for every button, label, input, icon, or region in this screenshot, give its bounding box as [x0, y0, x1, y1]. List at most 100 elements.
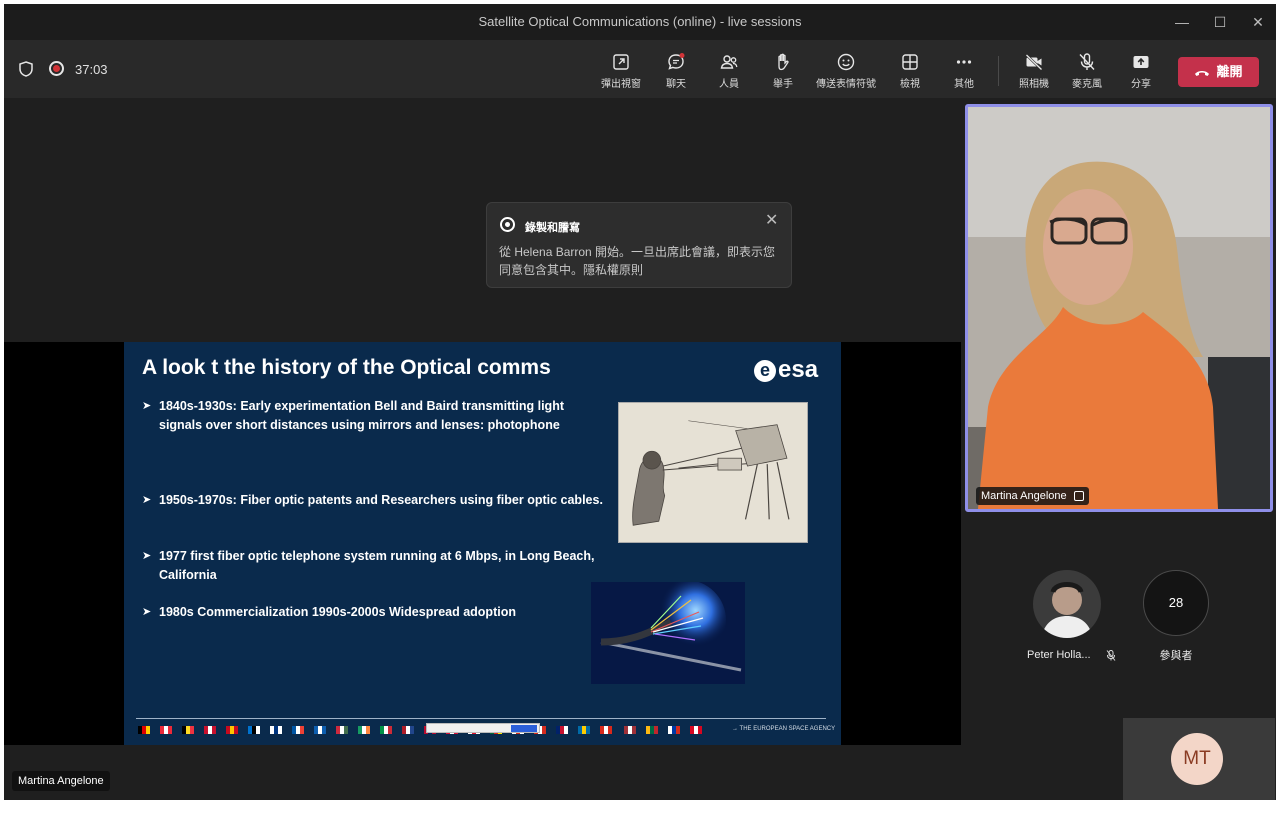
shield-icon — [19, 61, 33, 77]
camera-label: 照相機 — [1019, 79, 1049, 90]
camera-button[interactable]: 照相機 — [1006, 52, 1062, 94]
flag-icon — [646, 726, 658, 734]
reactions-button[interactable]: 傳送表情符號 — [812, 52, 880, 94]
notification-title: 錄製和謄寫 — [525, 222, 580, 234]
flag-icon — [204, 726, 216, 734]
people-label: 人員 — [719, 79, 739, 90]
view-label: 檢視 — [900, 79, 920, 90]
self-view-tile[interactable]: MT — [1123, 718, 1275, 800]
chat-icon — [668, 53, 685, 70]
slide-bullet: ➤ 1950s-1970s: Fiber optic patents and R… — [142, 491, 612, 510]
flag-icon — [270, 726, 282, 734]
flag-icon — [138, 726, 150, 734]
esa-logo-text: esa — [778, 356, 819, 383]
fiber-optic-illustration — [591, 582, 745, 684]
share-label: 分享 — [1131, 79, 1151, 90]
minimize-button[interactable]: — — [1166, 10, 1198, 34]
participants-panel: Martina Angelone Peter Holla... 28 參與者 M… — [964, 98, 1276, 800]
flag-icon — [380, 726, 392, 734]
notification-body: 從 Helena Barron 開始。一旦出席此會議，即表示您同意包含其中。隱私… — [499, 245, 776, 277]
stop-sharing-button[interactable] — [511, 725, 537, 732]
participant-video — [968, 107, 1270, 509]
flag-icon — [578, 726, 590, 734]
participant-count-badge: 28 — [1143, 570, 1209, 636]
reactions-label: 傳送表情符號 — [816, 79, 876, 90]
flag-icon — [226, 726, 238, 734]
mic-muted-icon — [1106, 649, 1116, 661]
video-tile[interactable]: Martina Angelone — [965, 104, 1273, 512]
flag-icon — [292, 726, 304, 734]
more-button[interactable]: 其他 — [936, 52, 992, 94]
share-button[interactable]: 分享 — [1113, 52, 1169, 94]
flag-icon — [624, 726, 636, 734]
emoji-icon — [837, 53, 855, 71]
agency-footer-text: → THE EUROPEAN SPACE AGENCY — [732, 726, 836, 732]
slide-title: A look t the history of the Optical comm… — [142, 356, 551, 379]
chat-label: 聊天 — [666, 79, 686, 90]
flag-icon — [182, 726, 194, 734]
flag-icon — [556, 726, 568, 734]
chat-button[interactable]: 聊天 — [648, 52, 704, 94]
raise-hand-label: 舉手 — [773, 79, 793, 90]
bullet-text: 1977 first fiber optic telephone system … — [159, 549, 595, 582]
people-button[interactable]: 人員 — [701, 52, 757, 94]
participant-name: Peter Holla... — [1027, 649, 1116, 661]
hand-icon — [778, 53, 789, 71]
phone-hangup-icon — [1195, 70, 1210, 76]
popout-button[interactable]: 彈出視窗 — [593, 52, 649, 94]
arrow-bullet-icon: ➤ — [142, 494, 152, 506]
self-avatar: MT — [1171, 733, 1223, 785]
flag-icon — [336, 726, 348, 734]
flag-icon — [314, 726, 326, 734]
participant-peter[interactable]: Peter Holla... — [1027, 570, 1116, 661]
meeting-timer: 37:03 — [75, 62, 108, 77]
esa-logo: e esa — [754, 356, 818, 384]
bullet-text: 1840s-1930s: Early experimentation Bell … — [159, 399, 564, 432]
video-tile-name: Martina Angelone — [976, 487, 1089, 505]
more-label: 其他 — [954, 79, 974, 90]
slide-bullet: ➤ 1980s Commercialization 1990s-2000s Wi… — [142, 603, 582, 622]
flag-icon — [668, 726, 680, 734]
flag-icon — [358, 726, 370, 734]
presenter-name-label: Martina Angelone — [12, 771, 110, 791]
participants-count[interactable]: 28 參與者 — [1136, 570, 1216, 663]
grid-view-icon — [902, 54, 918, 70]
leave-button[interactable]: 離開 — [1178, 57, 1259, 87]
meeting-toolbar: 37:03 彈出視窗 聊天 人員 舉手 傳送表情符號 檢視 其他 照相機 麥克風… — [4, 40, 1276, 98]
presentation-slide: A look t the history of the Optical comm… — [124, 342, 841, 745]
slide-bullet: ➤ 1840s-1930s: Early experimentation Bel… — [142, 397, 602, 435]
arrow-bullet-icon: ➤ — [142, 550, 152, 562]
teams-window: Satellite Optical Communications (online… — [4, 4, 1276, 800]
bullet-text: 1950s-1970s: Fiber optic patents and Res… — [159, 493, 603, 507]
close-window-button[interactable]: ✕ — [1242, 10, 1274, 34]
mic-button[interactable]: 麥克風 — [1059, 52, 1115, 94]
camera-off-icon — [1025, 53, 1043, 71]
flag-icon — [600, 726, 612, 734]
avatar — [1033, 570, 1101, 638]
bullet-text: 1980s Commercialization 1990s-2000s Wide… — [159, 605, 516, 619]
arrow-bullet-icon: ➤ — [142, 400, 152, 412]
title-bar: Satellite Optical Communications (online… — [4, 4, 1276, 40]
leave-label: 離開 — [1216, 64, 1243, 79]
share-tray-icon — [1133, 56, 1149, 68]
mic-off-icon — [1079, 53, 1095, 70]
slide-footer-rule — [136, 718, 826, 719]
flag-icon — [402, 726, 414, 734]
flag-icon — [160, 726, 172, 734]
slide-bullet: ➤ 1977 first fiber optic telephone syste… — [142, 547, 642, 585]
popout-icon — [613, 54, 629, 70]
record-icon — [500, 217, 515, 232]
slide-footer: → THE EUROPEAN SPACE AGENCY — [124, 722, 841, 745]
maximize-button[interactable]: ☐ — [1204, 10, 1236, 34]
photophone-illustration — [618, 402, 808, 543]
people-icon — [720, 55, 738, 69]
flag-icon — [690, 726, 702, 734]
raise-hand-button[interactable]: 舉手 — [755, 52, 811, 94]
close-icon[interactable]: ✕ — [765, 213, 778, 229]
popout-label: 彈出視窗 — [601, 79, 641, 90]
toolbar-divider — [998, 56, 999, 86]
window-title: Satellite Optical Communications (online… — [478, 14, 802, 29]
view-button[interactable]: 檢視 — [882, 52, 938, 94]
main-stage: A look t the history of the Optical comm… — [4, 98, 964, 800]
mic-label: 麥克風 — [1072, 79, 1102, 90]
